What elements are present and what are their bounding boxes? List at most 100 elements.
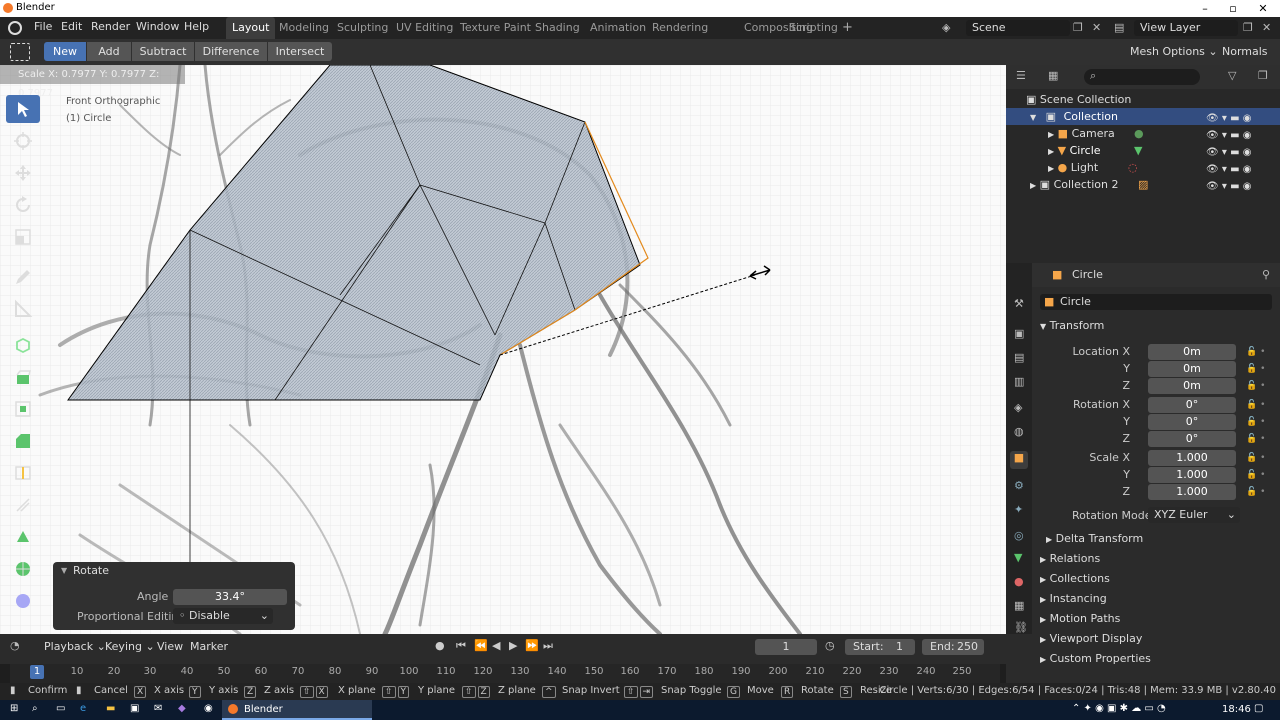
mode-add-button[interactable]: Add (87, 42, 131, 61)
filter-icon[interactable]: ▽ (1228, 69, 1236, 82)
rotation-mode-dropdown[interactable]: XYZ Euler ⌄ (1148, 507, 1240, 523)
menu-render[interactable]: Render (91, 20, 130, 33)
cursor-tool-button[interactable] (6, 127, 40, 155)
view-layer-close-icon[interactable]: ✕ (1262, 21, 1271, 34)
tab-layout[interactable]: Layout (226, 17, 276, 39)
store-icon[interactable]: ▣ (130, 703, 139, 714)
poly-build-tool-button[interactable] (6, 523, 40, 551)
jump-end-button[interactable]: ⏭ (543, 639, 553, 653)
custom-properties-header[interactable]: ▶ Custom Properties (1040, 650, 1151, 668)
relations-header[interactable]: ▶ Relations (1040, 550, 1100, 568)
annotate-tool-button[interactable] (6, 263, 40, 291)
delta-transform-header[interactable]: ▶ Delta Transform (1046, 530, 1143, 548)
render-tab-icon[interactable]: ▣ (1014, 327, 1024, 340)
knife-tool-button[interactable] (6, 491, 40, 519)
tab-sculpting[interactable]: Sculpting (331, 17, 394, 39)
spin-tool-button[interactable] (6, 555, 40, 583)
add-workspace-icon[interactable]: + (842, 20, 853, 35)
timeline-ruler[interactable]: 1 10 20 30 40 50 60 70 80 90 100 110 120… (0, 664, 1006, 683)
location-z-field[interactable]: 0m (1148, 378, 1236, 394)
eye-icon[interactable]: 👁 ▾ ▬ ◉ (1206, 161, 1276, 178)
scale-tool-button[interactable] (6, 223, 40, 251)
pin-icon[interactable]: ⚲ (1262, 268, 1270, 281)
location-x-field[interactable]: 0m (1148, 344, 1236, 360)
playhead[interactable]: 1 (30, 665, 44, 679)
view-layer-tab-icon[interactable]: ▥ (1014, 375, 1024, 388)
material-tab-icon[interactable]: ● (1014, 575, 1024, 588)
scale-z-field[interactable]: 1.000 (1148, 484, 1236, 500)
prev-keyframe-button[interactable]: ⏪ (474, 639, 488, 652)
new-collection-icon[interactable]: ❐ (1258, 69, 1268, 82)
rotation-y-field[interactable]: 0° (1148, 414, 1236, 430)
view-layer-field[interactable]: View Layer (1134, 20, 1238, 36)
visual-studio-icon[interactable]: ◆ (178, 703, 186, 714)
mesh-options-dropdown[interactable]: Mesh Options ⌄ (1130, 45, 1218, 58)
end-frame-field[interactable]: End: 250 (922, 639, 984, 655)
clock-icon[interactable]: ◷ (825, 639, 835, 652)
lock-icon[interactable]: 🔓 • (1246, 397, 1274, 414)
playback-menu[interactable]: Playback ⌄ (44, 640, 106, 653)
add-cube-tool-button[interactable] (6, 331, 40, 359)
expand-arrow-icon[interactable]: ▼ (1030, 113, 1036, 122)
bevel-tool-button[interactable] (6, 427, 40, 455)
scale-y-field[interactable]: 1.000 (1148, 467, 1236, 483)
mode-new-button[interactable]: New (44, 42, 86, 61)
transform-panel-header[interactable]: ▼ Transform (1040, 317, 1104, 335)
rotation-x-field[interactable]: 0° (1148, 397, 1236, 413)
instancing-header[interactable]: ▶ Instancing (1040, 590, 1107, 608)
menu-edit[interactable]: Edit (61, 20, 82, 33)
lock-icon[interactable]: 🔓 • (1246, 361, 1274, 378)
start-frame-field[interactable]: Start: 1 (845, 639, 915, 655)
angle-field[interactable]: 33.4° (173, 589, 287, 605)
lock-icon[interactable]: 🔓 • (1246, 344, 1274, 361)
measure-tool-button[interactable] (6, 295, 40, 323)
particles-tab-icon[interactable]: ✦ (1014, 503, 1023, 516)
timeline-editor-type-icon[interactable]: ◔ (10, 639, 20, 652)
current-frame-field[interactable]: 1 (755, 639, 817, 655)
tray-icons[interactable]: ⌃ ✦ ◉ ▣ ✱ ☁ ▭ ◔ (1072, 703, 1166, 714)
scale-x-field[interactable]: 1.000 (1148, 450, 1236, 466)
lock-icon[interactable]: 🔓 • (1246, 378, 1274, 395)
play-button[interactable]: ▶ (509, 639, 517, 652)
task-view-icon[interactable]: ▭ (56, 703, 65, 714)
mode-difference-button[interactable]: Difference (195, 42, 267, 61)
lock-icon[interactable]: 🔓 • (1246, 431, 1274, 448)
inset-tool-button[interactable] (6, 395, 40, 423)
modifier-tab-icon[interactable]: ⚙ (1014, 479, 1024, 492)
marker-menu[interactable]: Marker (190, 640, 228, 653)
scene-icon[interactable]: ◈ (942, 21, 950, 34)
search-taskbar-icon[interactable]: ⌕ (32, 703, 38, 714)
constraint-tab-icon[interactable]: ⛓ (1014, 621, 1028, 634)
jump-start-button[interactable]: ⏮ (456, 639, 466, 653)
tab-shading[interactable]: Shading (529, 17, 586, 39)
smooth-tool-button[interactable] (6, 587, 40, 615)
keying-menu[interactable]: Keying ⌄ (105, 640, 155, 653)
explorer-icon[interactable]: ▬ (106, 703, 115, 714)
view-layer-icon[interactable]: ▤ (1114, 21, 1124, 34)
extrude-tool-button[interactable] (6, 363, 40, 391)
view-menu[interactable]: View (157, 640, 183, 653)
mail-icon[interactable]: ✉ (154, 703, 162, 714)
close-window-icon[interactable]: ✕ (1250, 0, 1276, 17)
output-tab-icon[interactable]: ▤ (1014, 351, 1024, 364)
display-mode-icon[interactable]: ▦ (1048, 69, 1058, 82)
lock-icon[interactable]: 🔓 • (1246, 414, 1274, 431)
tab-rendering[interactable]: Rendering (646, 17, 714, 39)
rotate-tool-button[interactable] (6, 191, 40, 219)
select-tool-button[interactable] (6, 95, 40, 123)
viewport-canvas[interactable] (0, 65, 1006, 634)
menu-file[interactable]: File (34, 20, 52, 33)
mode-intersect-button[interactable]: Intersect (268, 42, 332, 61)
lock-icon[interactable]: 🔓 • (1246, 484, 1274, 501)
outliner-row-scene-collection[interactable]: ▣ Scene Collection (1026, 91, 1276, 108)
collections-header[interactable]: ▶ Collections (1040, 570, 1110, 588)
search-field[interactable]: ⌕ (1084, 69, 1200, 85)
menu-help[interactable]: Help (184, 20, 209, 33)
maximize-icon[interactable]: ▫ (1220, 0, 1246, 17)
eye-icon[interactable]: 👁 ▾ ▬ ◉ (1206, 178, 1276, 195)
3d-viewport[interactable]: Scale X: 0.7977 Y: 0.7977 Z: 0.7977 Fron… (0, 65, 1006, 634)
scene-close-icon[interactable]: ✕ (1092, 21, 1101, 34)
eye-icon[interactable]: 👁 ▾ ▬ ◉ (1206, 110, 1276, 127)
object-name-field[interactable]: ■ Circle (1040, 294, 1272, 310)
record-button[interactable]: ● (435, 639, 445, 652)
